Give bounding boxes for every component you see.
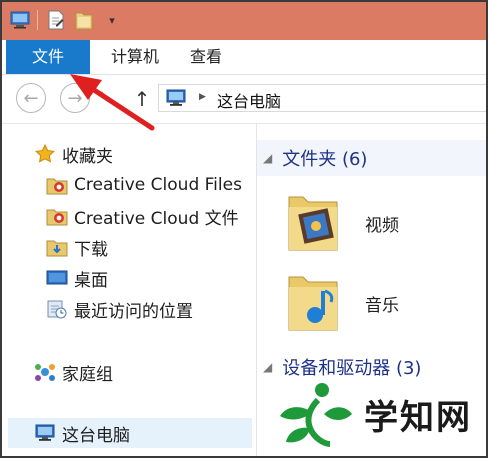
- music-folder-icon: [285, 269, 341, 337]
- collapse-chevron-icon: ◢: [263, 151, 273, 165]
- desktop-icon: [46, 268, 68, 288]
- watermark: 学知网: [272, 374, 486, 456]
- star-icon: [34, 144, 56, 164]
- nav-favorites-label: 收藏夹: [62, 146, 113, 167]
- up-button[interactable]: ↑: [132, 87, 152, 111]
- title-bar: ▾: [2, 2, 486, 40]
- tab-view[interactable]: 查看: [178, 40, 234, 74]
- explorer-window: ▾ 文件 计算机 查看 ← → ▾ ↑ ▶ 这台电脑 收藏夹 Creative …: [0, 0, 488, 458]
- address-bar[interactable]: ▶ 这台电脑: [158, 84, 486, 112]
- cc-folder-icon: [46, 175, 68, 195]
- properties-icon[interactable]: [44, 8, 68, 32]
- nav-item-label: 最近访问的位置: [74, 301, 193, 322]
- nav-item-label: 下载: [74, 239, 108, 260]
- nav-item-creative-cloud-wenjian[interactable]: Creative Cloud 文件: [46, 201, 239, 231]
- nav-this-pc-label: 这台电脑: [62, 425, 130, 446]
- nav-homegroup[interactable]: 家庭组: [34, 357, 113, 387]
- forward-button[interactable]: →: [60, 83, 90, 113]
- recent-places-icon: [46, 299, 68, 319]
- tab-file[interactable]: 文件: [6, 40, 90, 74]
- folders-group-header[interactable]: ◢ 文件夹 (6): [257, 143, 367, 173]
- this-pc-icon: [165, 89, 187, 111]
- recent-locations-dropdown-icon[interactable]: ▾: [98, 89, 103, 100]
- nav-favorites[interactable]: 收藏夹: [34, 139, 113, 169]
- download-folder-icon: [46, 237, 68, 257]
- customize-toolbar-dropdown-icon[interactable]: ▾: [102, 8, 122, 32]
- new-folder-icon[interactable]: [72, 8, 96, 32]
- back-button[interactable]: ←: [16, 83, 46, 113]
- folder-item-videos[interactable]: 视频: [285, 184, 485, 262]
- tab-computer[interactable]: 计算机: [98, 40, 172, 74]
- nav-item-recent-places[interactable]: 最近访问的位置: [46, 294, 193, 324]
- videos-folder-icon: [285, 189, 341, 257]
- nav-this-pc[interactable]: 这台电脑: [8, 418, 252, 448]
- computer-icon[interactable]: [8, 8, 32, 32]
- navigation-bar: ← → ▾ ↑ ▶ 这台电脑: [2, 75, 486, 124]
- back-arrow-icon: ←: [23, 87, 39, 109]
- nav-item-creative-cloud-files[interactable]: Creative Cloud Files: [46, 170, 242, 200]
- cc-folder-icon: [46, 206, 68, 226]
- folder-item-music[interactable]: 音乐: [285, 264, 485, 342]
- nav-item-downloads[interactable]: 下载: [46, 232, 108, 262]
- collapse-chevron-icon: ◢: [263, 360, 273, 374]
- nav-item-label: 桌面: [74, 270, 108, 291]
- up-arrow-icon: ↑: [133, 87, 151, 111]
- homegroup-icon: [34, 362, 56, 382]
- watermark-text: 学知网: [364, 398, 472, 438]
- nav-homegroup-label: 家庭组: [62, 364, 113, 385]
- watermark-logo-icon: [272, 374, 358, 456]
- nav-item-label: Creative Cloud 文件: [74, 208, 239, 229]
- nav-item-label: Creative Cloud Files: [74, 175, 242, 195]
- breadcrumb-chevron-icon: ▶: [199, 92, 206, 102]
- this-pc-icon: [34, 423, 56, 443]
- toolbar-separator: [36, 8, 38, 32]
- nav-item-desktop[interactable]: 桌面: [46, 263, 108, 293]
- ribbon-tab-row: 文件 计算机 查看: [2, 40, 486, 75]
- address-path: 这台电脑: [217, 92, 282, 111]
- folder-label: 音乐: [365, 295, 399, 316]
- folder-label: 视频: [365, 215, 399, 236]
- forward-arrow-icon: →: [67, 87, 83, 109]
- folders-group-label: 文件夹 (6): [282, 149, 368, 170]
- navigation-pane: 收藏夹 Creative Cloud Files Creative Cloud …: [2, 124, 257, 456]
